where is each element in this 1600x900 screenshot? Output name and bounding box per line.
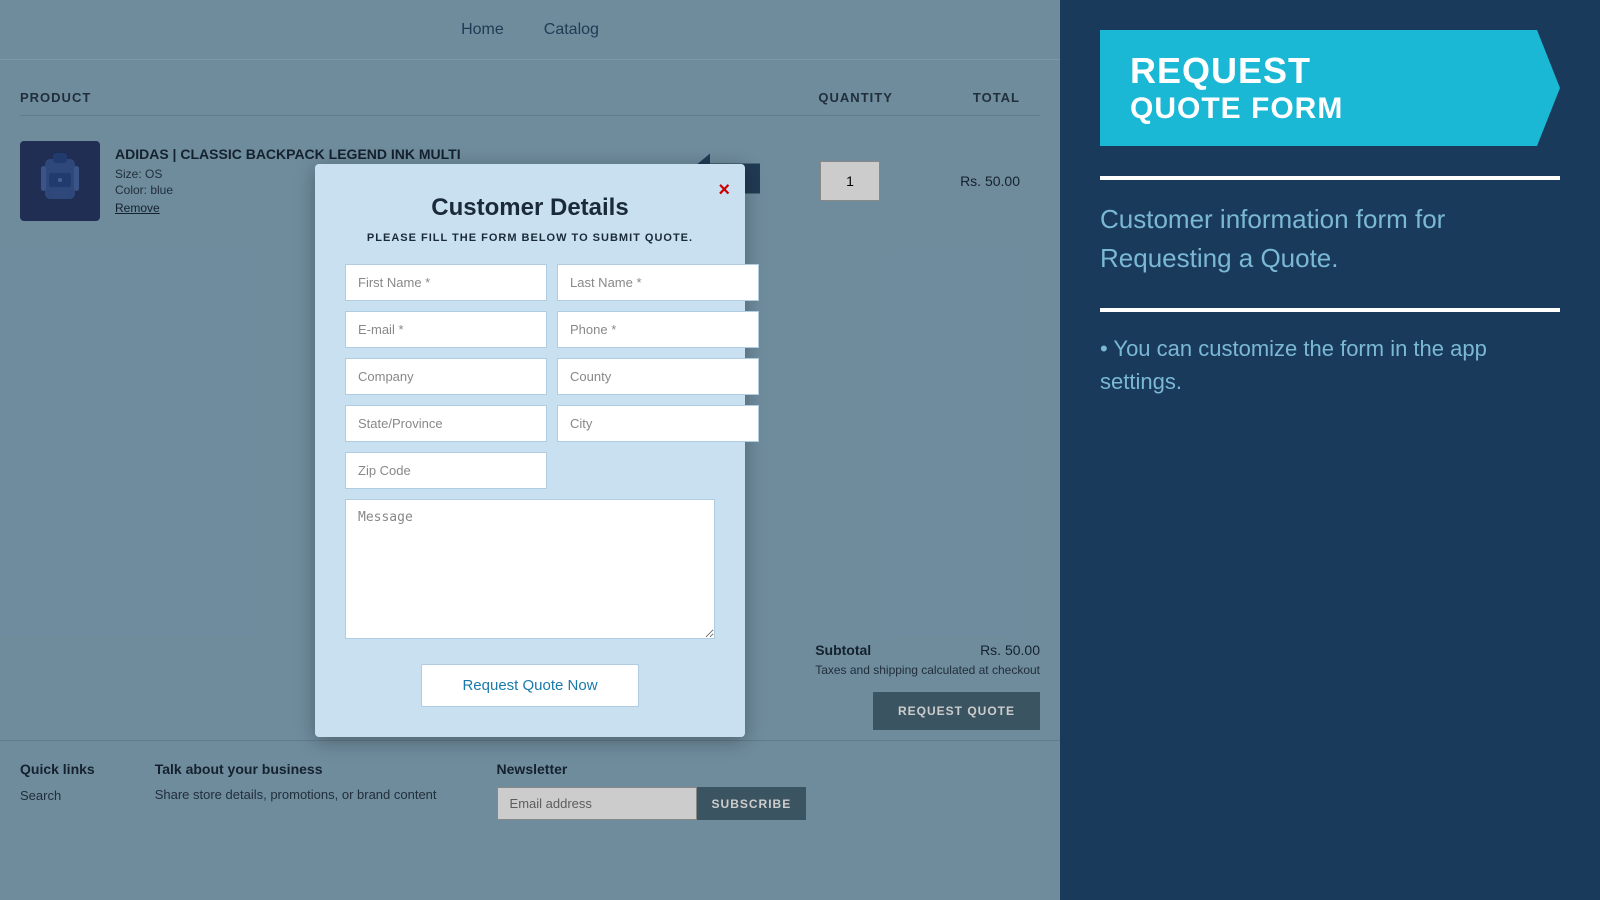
email-input[interactable] xyxy=(345,311,547,348)
state-province-input[interactable] xyxy=(345,405,547,442)
modal-subtitle: PLEASE FILL THE FORM BELOW TO SUBMIT QUO… xyxy=(345,232,715,244)
city-input[interactable] xyxy=(557,405,759,442)
contact-row xyxy=(345,311,715,348)
submit-button[interactable]: Request Quote Now xyxy=(421,664,638,707)
first-name-input[interactable] xyxy=(345,264,547,301)
right-sidebar: REQUEST QUOTE FORM Customer information … xyxy=(1060,0,1600,900)
state-city-row xyxy=(345,405,715,442)
modal-dialog: × Customer Details PLEASE FILL THE FORM … xyxy=(315,164,745,737)
company-input[interactable] xyxy=(345,358,547,395)
phone-input[interactable] xyxy=(557,311,759,348)
modal-title: Customer Details xyxy=(345,194,715,222)
banner-line1: REQUEST xyxy=(1130,50,1530,92)
sidebar-tip: • You can customize the form in the app … xyxy=(1100,332,1560,398)
sidebar-description: Customer information form for Requesting… xyxy=(1100,200,1560,278)
modal-close-button[interactable]: × xyxy=(718,179,730,202)
last-name-input[interactable] xyxy=(557,264,759,301)
message-textarea[interactable] xyxy=(345,499,715,639)
zip-code-input[interactable] xyxy=(345,452,547,489)
name-row xyxy=(345,264,715,301)
county-input[interactable] xyxy=(557,358,759,395)
sidebar-divider-1 xyxy=(1100,176,1560,180)
banner-wrap: REQUEST QUOTE FORM xyxy=(1100,30,1560,146)
request-banner: REQUEST QUOTE FORM xyxy=(1100,30,1560,146)
zip-row xyxy=(345,452,715,489)
banner-line2: QUOTE FORM xyxy=(1130,92,1530,126)
modal-overlay: × Customer Details PLEASE FILL THE FORM … xyxy=(0,0,1060,900)
sidebar-divider-2 xyxy=(1100,308,1560,312)
company-county-row xyxy=(345,358,715,395)
